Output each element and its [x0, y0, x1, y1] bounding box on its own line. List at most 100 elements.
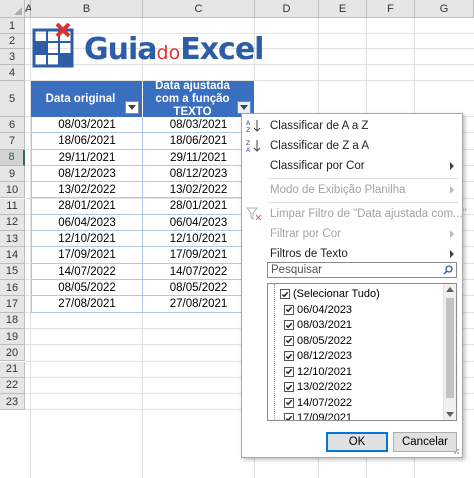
- cell-data-original[interactable]: 29/11/2021: [31, 149, 143, 165]
- scroll-thumb[interactable]: [446, 298, 454, 398]
- list-item[interactable]: 12/10/2021: [284, 364, 456, 380]
- row-header-12[interactable]: 12: [0, 214, 25, 232]
- row-header-10[interactable]: 10: [0, 182, 25, 199]
- cell-data-ajustada[interactable]: 18/06/2021: [143, 133, 255, 149]
- ok-button[interactable]: OK: [326, 432, 388, 452]
- row-header-20[interactable]: 20: [0, 345, 25, 362]
- row-header-9[interactable]: 9: [0, 165, 25, 183]
- sort-az-icon: AZ: [246, 120, 261, 133]
- table-row: 06/04/2023 06/04/2023: [31, 214, 255, 232]
- checkbox[interactable]: [284, 382, 294, 392]
- list-item[interactable]: 08/12/2023: [284, 348, 456, 364]
- row-header-4[interactable]: 4: [0, 65, 25, 81]
- sort-by-color[interactable]: Classificar por Cor: [242, 156, 462, 176]
- checkbox[interactable]: [284, 366, 294, 377]
- column-header-f[interactable]: F: [367, 0, 415, 18]
- cell-data-ajustada[interactable]: 08/12/2023: [143, 165, 255, 182]
- cell-data-original[interactable]: 18/06/2021: [31, 133, 143, 149]
- checkbox[interactable]: [284, 413, 294, 420]
- autofilter-menu: AZ Classificar de A a Z ZA Classificar d…: [241, 113, 467, 458]
- cell-data-ajustada[interactable]: 28/01/2021: [143, 198, 255, 214]
- cell-data-ajustada[interactable]: 14/07/2022: [143, 263, 255, 279]
- checkbox[interactable]: [284, 335, 294, 346]
- row-header-13[interactable]: 13: [0, 231, 25, 248]
- row-header-5[interactable]: 5: [0, 81, 25, 117]
- row-header-3[interactable]: 3: [0, 49, 25, 65]
- row-header-17[interactable]: 17: [0, 296, 25, 313]
- cell-data-ajustada[interactable]: 06/04/2023: [143, 214, 255, 231]
- cell-data-ajustada[interactable]: 13/02/2022: [143, 182, 255, 198]
- column-header-d[interactable]: D: [255, 0, 319, 18]
- cell-data-original[interactable]: 08/12/2023: [31, 165, 143, 182]
- table-row: 28/01/2021 28/01/2021: [31, 198, 255, 215]
- cell-data-original[interactable]: 13/02/2022: [31, 182, 143, 198]
- cell-data-original[interactable]: 08/03/2021: [31, 117, 143, 133]
- sheet-view-mode: Modo de Exibição Planilha: [242, 180, 462, 200]
- cell-data-original[interactable]: 28/01/2021: [31, 198, 143, 214]
- cell-data-ajustada[interactable]: 29/11/2021: [143, 149, 255, 165]
- row-header-22[interactable]: 22: [0, 377, 25, 395]
- chevron-right-icon: [450, 250, 454, 258]
- checkbox[interactable]: [284, 304, 294, 315]
- cell-data-ajustada[interactable]: 27/08/2021: [143, 296, 255, 312]
- list-item[interactable]: 14/07/2022: [284, 395, 456, 411]
- row-header-6[interactable]: 6: [0, 117, 25, 134]
- cell-data-original[interactable]: 06/04/2023: [31, 214, 143, 231]
- list-item[interactable]: 17/09/2021: [284, 410, 456, 420]
- cell-data-original[interactable]: 27/08/2021: [31, 296, 143, 312]
- list-item[interactable]: 08/05/2022: [284, 333, 456, 349]
- column-header-b[interactable]: B: [31, 0, 143, 18]
- row-header-7[interactable]: 7: [0, 133, 25, 150]
- header-data-original: Data original: [31, 81, 143, 117]
- column-header-e[interactable]: E: [319, 0, 367, 18]
- column-header-c[interactable]: C: [143, 0, 255, 18]
- row-header-11[interactable]: 11: [0, 198, 25, 215]
- filter-dropdown-button-b[interactable]: [125, 101, 139, 114]
- checkbox[interactable]: [284, 351, 294, 361]
- select-all-corner[interactable]: [0, 0, 25, 18]
- row-header-19[interactable]: 19: [0, 328, 25, 346]
- checkbox[interactable]: [284, 397, 294, 408]
- cell-data-original[interactable]: 14/07/2022: [31, 263, 143, 279]
- row-header-2[interactable]: 2: [0, 34, 25, 49]
- cell-data-original[interactable]: 08/05/2022: [31, 279, 143, 296]
- cell-data-ajustada[interactable]: 08/03/2021: [143, 117, 255, 133]
- cell-data-original[interactable]: 17/09/2021: [31, 247, 143, 263]
- row-header-15[interactable]: 15: [0, 263, 25, 280]
- scroll-up-icon[interactable]: [446, 287, 454, 292]
- resize-grip-icon[interactable]: [452, 447, 460, 455]
- scroll-down-icon[interactable]: [446, 412, 454, 417]
- select-all-item[interactable]: (Selecionar Tudo): [280, 286, 456, 302]
- checkbox[interactable]: [280, 289, 290, 299]
- spreadsheet-logo-icon: [32, 22, 74, 68]
- checkmark-icon: [281, 291, 289, 297]
- cell-data-ajustada[interactable]: 17/09/2021: [143, 247, 255, 263]
- cancel-button[interactable]: Cancelar: [393, 432, 457, 452]
- search-input[interactable]: Pesquisar: [267, 262, 457, 278]
- table-row: 18/06/2021 18/06/2021: [31, 133, 255, 150]
- row-header-14[interactable]: 14: [0, 247, 25, 264]
- row-header-1[interactable]: 1: [0, 18, 25, 34]
- text-filters[interactable]: Filtros de Texto: [242, 244, 462, 264]
- table-row: 13/02/2022 13/02/2022: [31, 182, 255, 199]
- table-row: 12/10/2021 12/10/2021: [31, 231, 255, 248]
- checkbox[interactable]: [284, 320, 294, 330]
- row-header-8[interactable]: 8: [0, 149, 25, 166]
- cell-data-ajustada[interactable]: 12/10/2021: [143, 231, 255, 247]
- column-header-g[interactable]: G: [415, 0, 474, 18]
- row-header-16[interactable]: 16: [0, 280, 25, 297]
- sort-a-to-z[interactable]: AZ Classificar de A a Z: [242, 116, 462, 136]
- list-item[interactable]: 13/02/2022: [284, 379, 456, 395]
- list-item[interactable]: 08/03/2021: [284, 317, 456, 333]
- chevron-right-icon: [450, 162, 454, 170]
- row-header-18[interactable]: 18: [0, 312, 25, 329]
- chevron-right-icon: [450, 230, 454, 238]
- list-scrollbar[interactable]: [443, 284, 456, 420]
- checkmark-icon: [285, 337, 293, 344]
- list-item[interactable]: 06/04/2023: [284, 302, 456, 318]
- row-header-21[interactable]: 21: [0, 361, 25, 378]
- cell-data-original[interactable]: 12/10/2021: [31, 231, 143, 247]
- row-header-23[interactable]: 23: [0, 394, 25, 411]
- sort-z-to-a[interactable]: ZA Classificar de Z a A: [242, 136, 462, 156]
- cell-data-ajustada[interactable]: 08/05/2022: [143, 279, 255, 296]
